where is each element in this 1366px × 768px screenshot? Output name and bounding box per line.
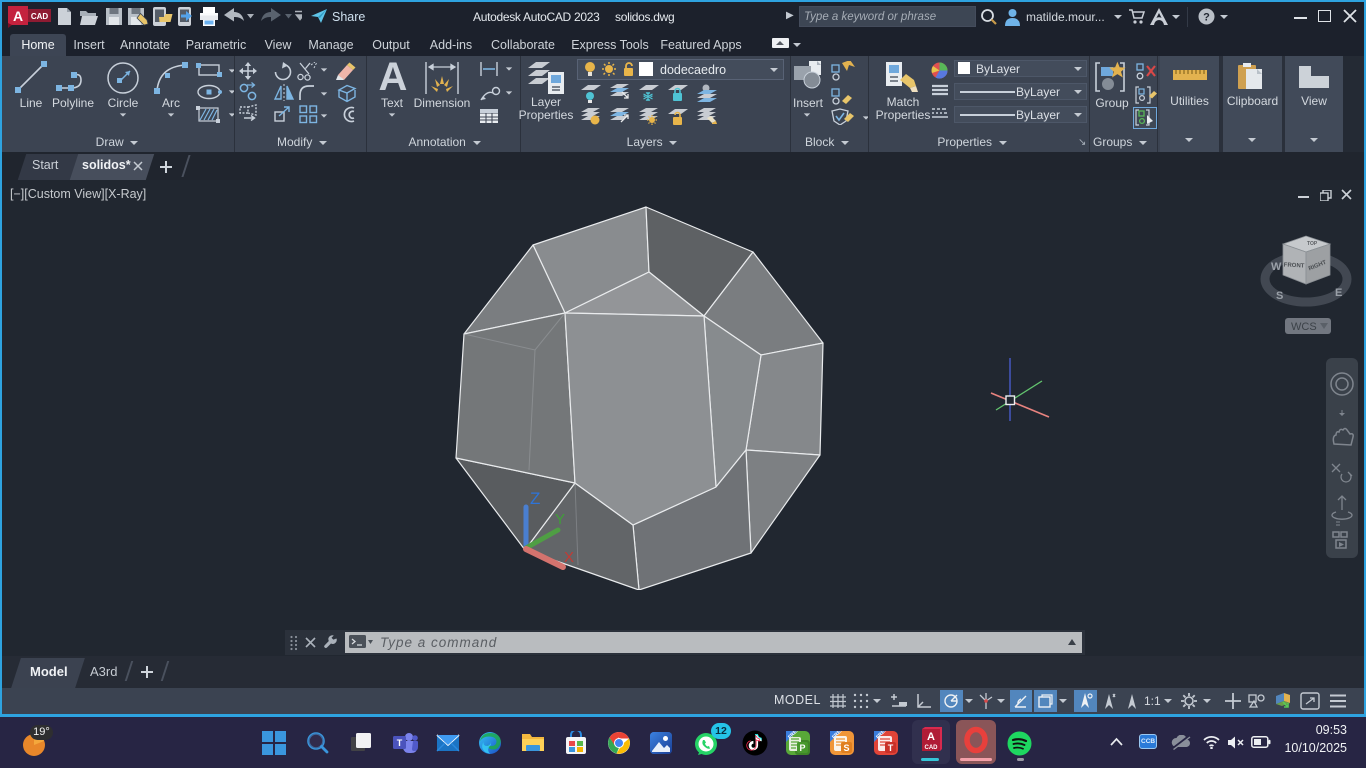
svg-text:S: S: [843, 743, 849, 753]
svg-text:CAD: CAD: [925, 745, 939, 751]
svg-text:TOP: TOP: [1307, 241, 1318, 247]
svg-text:X: X: [564, 549, 574, 566]
svg-text:CAD: CAD: [31, 12, 49, 21]
svg-text:E: E: [1335, 287, 1342, 299]
svg-text:WCS: WCS: [1291, 321, 1317, 333]
svg-text:P: P: [799, 743, 805, 753]
svg-text:T: T: [397, 738, 403, 748]
svg-text:FRONT: FRONT: [1284, 262, 1305, 269]
svg-text:W: W: [1271, 261, 1282, 273]
svg-text:A: A: [13, 8, 23, 24]
svg-text:A: A: [927, 731, 935, 743]
svg-text:Z: Z: [530, 489, 540, 508]
svg-text:Y: Y: [555, 511, 565, 528]
svg-text:T: T: [888, 743, 894, 753]
svg-text:?: ?: [1203, 12, 1210, 24]
svg-text:S: S: [1276, 290, 1283, 302]
